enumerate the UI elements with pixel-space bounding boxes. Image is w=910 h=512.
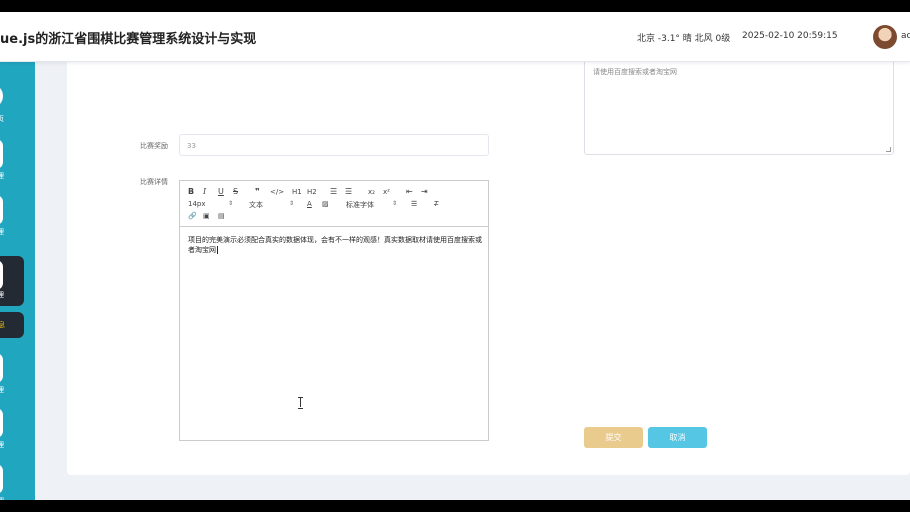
- app-window: ue.js的浙江省围棋比赛管理系统设计与实现 北京 -3.1° 晴 北风 0级 …: [0, 12, 910, 500]
- reward-input[interactable]: 33: [179, 134, 489, 156]
- avatar[interactable]: [873, 25, 897, 49]
- text-cursor-icon: [298, 397, 304, 409]
- outdent-icon[interactable]: ⇤: [406, 187, 413, 196]
- ordered-list-icon[interactable]: ☰: [330, 187, 337, 196]
- home-icon: [0, 84, 3, 108]
- sidebar: 页 理 管理 管理 息 理 管理 管理: [0, 62, 35, 500]
- cancel-button[interactable]: 取消: [648, 427, 707, 448]
- editor-content[interactable]: 项目的完美演示必须配合真实的数据体现，会有不一样的观感！真实数据取材请使用百度搜…: [188, 235, 483, 255]
- page-title: ue.js的浙江省围棋比赛管理系统设计与实现: [0, 32, 257, 47]
- image-icon[interactable]: ▣: [203, 212, 210, 221]
- subscript-icon[interactable]: x₂: [368, 188, 375, 197]
- weather-info: 北京 -3.1° 晴 北风 0级: [637, 34, 731, 44]
- superscript-icon[interactable]: x²: [383, 188, 390, 197]
- font-family-select[interactable]: 标准字体 ⇕: [346, 200, 397, 210]
- bold-icon[interactable]: B: [188, 187, 194, 196]
- sidebar-item-7[interactable]: 管理: [0, 464, 22, 500]
- strikethrough-icon[interactable]: S: [233, 187, 238, 196]
- resize-grip-icon[interactable]: [886, 147, 891, 152]
- heading1-icon[interactable]: H1: [292, 188, 302, 197]
- align-icon[interactable]: ☰: [411, 200, 417, 209]
- video-icon[interactable]: ▤: [218, 212, 225, 221]
- italic-icon[interactable]: I: [203, 187, 206, 196]
- select-arrow-icon: ⇕: [289, 200, 295, 207]
- reward-label: 比赛奖励: [140, 142, 168, 150]
- menu-icon: [0, 139, 3, 169]
- select-arrow-icon: ⇕: [228, 200, 234, 207]
- sidebar-item-6[interactable]: 管理: [0, 408, 22, 458]
- sidebar-item-3[interactable]: 管理: [0, 195, 22, 245]
- menu-icon: [0, 260, 3, 290]
- text-caret: [217, 246, 218, 254]
- sidebar-item-home[interactable]: 页: [0, 84, 22, 134]
- underline-icon[interactable]: U: [218, 187, 224, 196]
- description-textarea[interactable]: 请使用百度搜索或者淘宝网: [584, 56, 894, 155]
- top-header: ue.js的浙江省围棋比赛管理系统设计与实现 北京 -3.1° 晴 北风 0级 …: [0, 12, 910, 62]
- code-icon[interactable]: </>: [270, 188, 284, 197]
- submit-button[interactable]: 提交: [584, 427, 643, 448]
- heading2-icon[interactable]: H2: [307, 188, 317, 197]
- user-name[interactable]: ac: [901, 31, 910, 41]
- editor-toolbar: B I U S ❞ </> H1 H2 ☰ ☰ x₂ x² ⇤ ⇥ 14px ⇕: [180, 181, 488, 227]
- detail-label: 比赛详情: [140, 178, 168, 186]
- bullet-list-icon[interactable]: ☰: [345, 187, 352, 196]
- link-icon[interactable]: 🔗: [188, 212, 197, 221]
- sidebar-subitem-active[interactable]: 息: [0, 312, 24, 338]
- font-size-select[interactable]: 14px ⇕: [188, 200, 233, 208]
- menu-icon: [0, 408, 3, 438]
- menu-icon: [0, 464, 3, 494]
- quote-icon[interactable]: ❞: [255, 187, 260, 196]
- select-arrow-icon: ⇕: [392, 200, 398, 207]
- block-format-select[interactable]: 文本 ⇕: [249, 200, 294, 210]
- clear-format-icon[interactable]: T̶: [434, 200, 438, 209]
- rich-text-editor[interactable]: B I U S ❞ </> H1 H2 ☰ ☰ x₂ x² ⇤ ⇥ 14px ⇕: [179, 180, 489, 441]
- sidebar-item-4-active[interactable]: 管理: [0, 256, 24, 306]
- font-color-icon[interactable]: A: [307, 200, 312, 209]
- sidebar-item-5[interactable]: 理: [0, 353, 22, 403]
- form-card: 请使用百度搜索或者淘宝网 比赛奖励 33 比赛详情 B I U S ❞ </> …: [67, 12, 910, 475]
- menu-icon: [0, 195, 3, 225]
- sidebar-item-2[interactable]: 理: [0, 139, 22, 189]
- background-color-icon[interactable]: ▨: [322, 200, 329, 209]
- menu-icon: [0, 353, 3, 383]
- indent-icon[interactable]: ⇥: [421, 187, 428, 196]
- datetime: 2025-02-10 20:59:15: [742, 31, 838, 41]
